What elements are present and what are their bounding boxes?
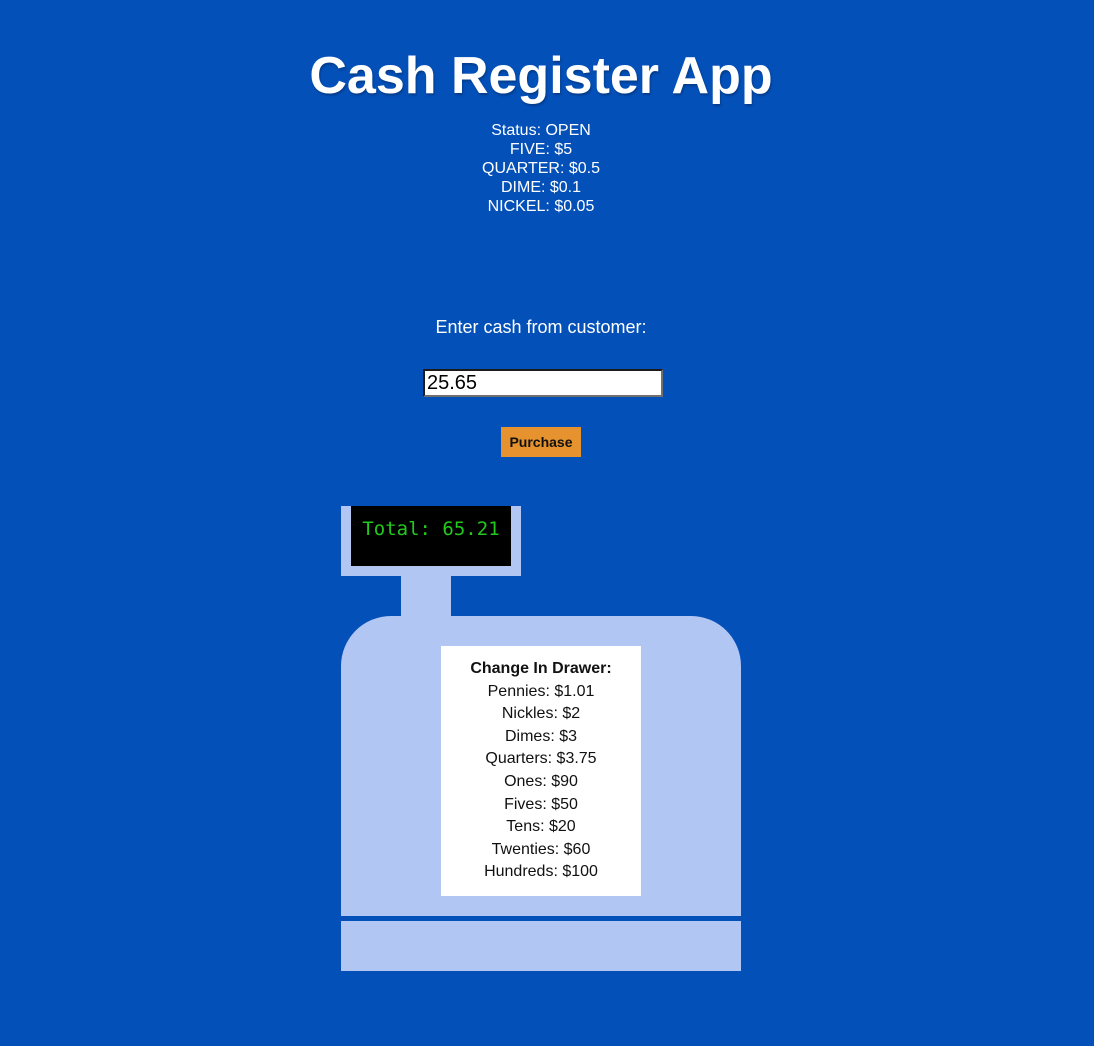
page-title: Cash Register App <box>309 47 773 105</box>
change-line-nickel: NICKEL: $0.05 <box>487 198 595 215</box>
purchase-button[interactable]: Purchase <box>501 427 581 457</box>
drawer-item-dimes: Dimes: $3 <box>504 727 578 745</box>
drawer-item-fives: Fives: $50 <box>504 795 578 813</box>
drawer-item-hundreds: Hundreds: $100 <box>484 863 598 881</box>
drawer-item-quarters: Quarters: $3.75 <box>485 750 597 768</box>
change-line-quarter: QUARTER: $0.5 <box>482 160 600 177</box>
change-line-dime: DIME: $0.1 <box>500 179 582 196</box>
change-due-output: Status: OPEN FIVE: $5 QUARTER: $0.5 DIME… <box>0 121 1082 216</box>
register-neck <box>401 576 451 618</box>
drawer-item-pennies: Pennies: $1.01 <box>487 682 595 700</box>
drawer-title: Change In Drawer: <box>470 660 612 677</box>
cash-input-label: Enter cash from customer: <box>435 317 647 337</box>
status-line: Status: OPEN <box>491 122 591 139</box>
drawer-item-tens: Tens: $20 <box>506 818 576 836</box>
cash-input[interactable] <box>423 369 663 397</box>
register-base <box>341 921 741 971</box>
change-line-five: FIVE: $5 <box>509 141 573 158</box>
drawer-item-ones: Ones: $90 <box>504 772 578 790</box>
drawer-item-twenties: Twenties: $60 <box>491 840 591 858</box>
drawer-item-nickles: Nickles: $2 <box>501 705 581 723</box>
total-display: Total: 65.21 <box>351 506 511 566</box>
cash-drawer-panel: Change In Drawer: Pennies: $1.01 Nickles… <box>441 646 641 896</box>
